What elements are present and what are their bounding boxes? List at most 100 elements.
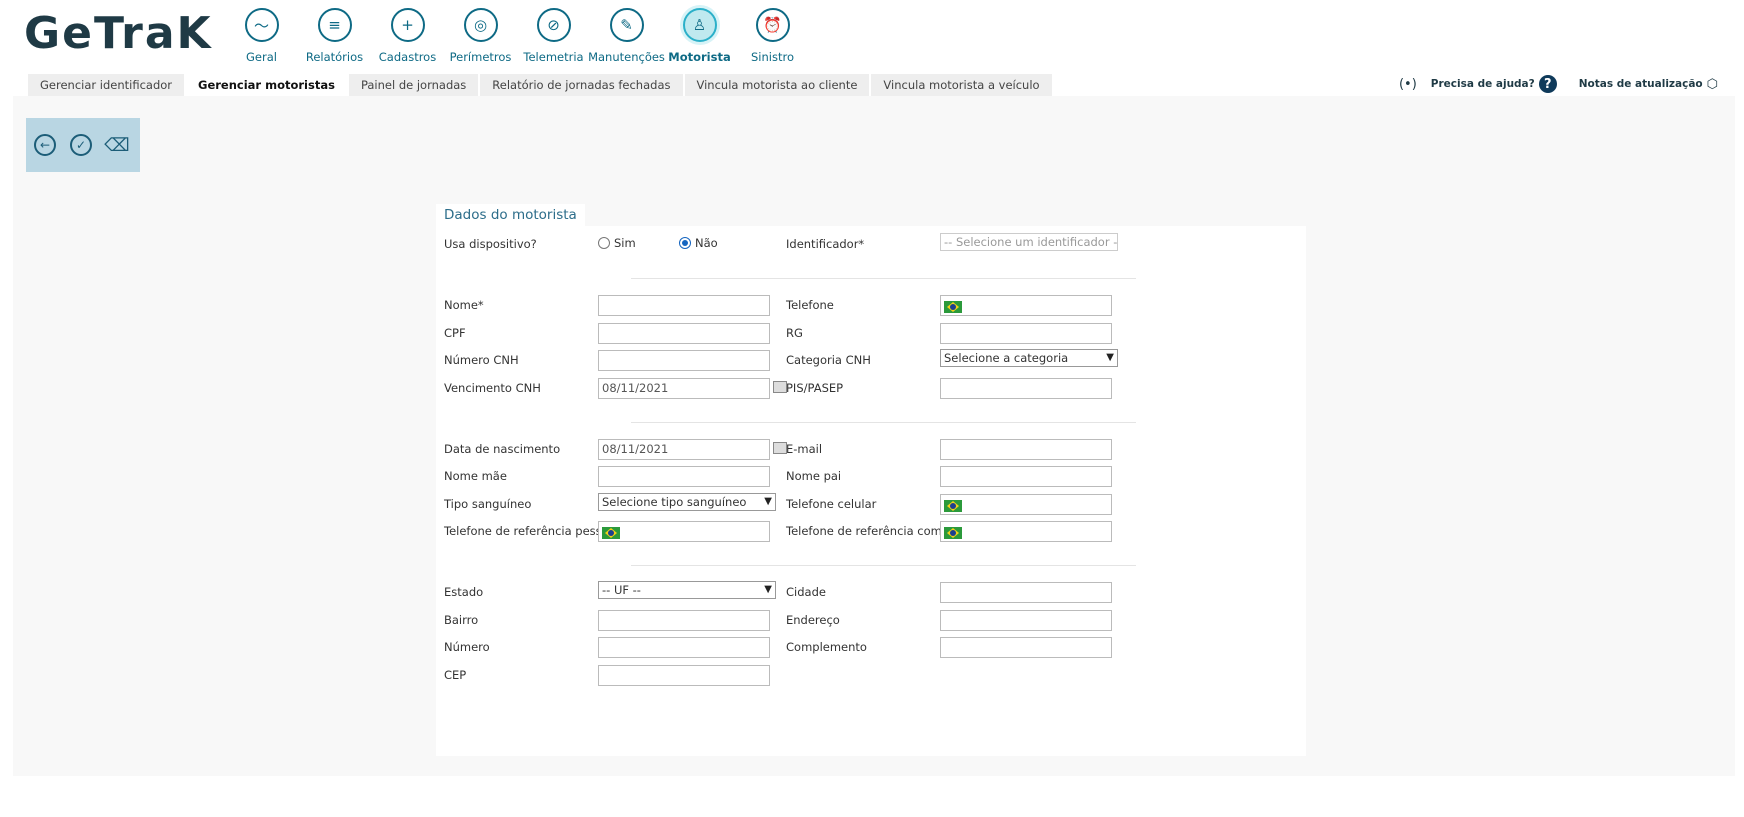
nome-input[interactable]: [598, 295, 770, 316]
radio-dot: [679, 237, 691, 249]
report-icon: ≡: [317, 8, 352, 42]
estado-value: -- UF --: [602, 583, 641, 597]
nome-label: Nome*: [444, 298, 484, 312]
tab-vincula-cliente[interactable]: Vincula motorista ao cliente: [684, 74, 870, 96]
numero-input[interactable]: [598, 637, 770, 658]
calendar-icon[interactable]: [773, 442, 787, 454]
pis-pasep-input[interactable]: [940, 378, 1112, 399]
endereco-input[interactable]: [940, 610, 1112, 631]
cidade-label: Cidade: [786, 585, 826, 599]
subtabs: Gerenciar identificador Gerenciar motori…: [28, 74, 1054, 96]
nav-label: Manutenções: [588, 50, 665, 64]
divider: [631, 278, 1136, 279]
data-nascimento-label: Data de nascimento: [444, 442, 561, 456]
save-button[interactable]: ✓: [70, 134, 92, 156]
nome-pai-input[interactable]: [940, 466, 1112, 487]
divider: [631, 565, 1136, 566]
nav-item-sinistro[interactable]: ⏰ Sinistro: [736, 8, 809, 64]
action-toolbar: ← ✓ ⌫: [26, 118, 140, 172]
nav-item-cadastros[interactable]: + Cadastros: [371, 8, 444, 64]
cep-label: CEP: [444, 668, 467, 682]
calendar-icon[interactable]: [773, 381, 787, 393]
tab-painel-jornadas[interactable]: Painel de jornadas: [348, 74, 479, 96]
nav-item-telemetria[interactable]: ⊘ Telemetria: [517, 8, 590, 64]
rg-input[interactable]: [940, 323, 1112, 344]
tipo-sanguineo-label: Tipo sanguíneo: [444, 497, 532, 511]
categoria-cnh-label: Categoria CNH: [786, 353, 871, 367]
eraser-icon[interactable]: ⌫: [104, 134, 129, 156]
brazil-flag-icon: [944, 527, 962, 539]
nome-pai-label: Nome pai: [786, 469, 842, 483]
help-link[interactable]: Precisa de ajuda??: [1422, 72, 1565, 96]
categoria-cnh-select[interactable]: Selecione a categoria ▼: [940, 349, 1118, 367]
nav-label: Cadastros: [378, 50, 437, 64]
radio-sim[interactable]: Sim: [598, 236, 636, 250]
cpf-input[interactable]: [598, 323, 770, 344]
monitor-icon: 〜: [244, 8, 279, 42]
vencimento-cnh-input[interactable]: 08/11/2021: [598, 378, 770, 399]
signal-icon[interactable]: (•): [1399, 77, 1417, 92]
getrak-logo: GeTraK: [24, 7, 213, 59]
logo-text: GeTraK: [24, 7, 213, 59]
chevron-down-icon: ▼: [764, 496, 772, 507]
target-icon: ◎: [463, 8, 498, 42]
numero-cnh-label: Número CNH: [444, 353, 519, 367]
chevron-down-icon: ▼: [1106, 352, 1114, 363]
cidade-input[interactable]: [940, 582, 1112, 603]
back-button[interactable]: ←: [34, 134, 56, 156]
alarm-icon: ⏰: [755, 8, 790, 42]
data-nascimento-input[interactable]: 08/11/2021: [598, 439, 770, 460]
endereco-label: Endereço: [786, 613, 840, 627]
help-icon: ?: [1538, 75, 1557, 93]
nav-label: Perímetros: [449, 50, 512, 64]
nome-mae-input[interactable]: [598, 466, 770, 487]
panel-title: Dados do motorista: [436, 204, 585, 226]
release-notes-link[interactable]: Notas de atualização ⬡: [1570, 72, 1726, 96]
brazil-flag-icon: [944, 500, 962, 512]
tab-gerenciar-motoristas[interactable]: Gerenciar motoristas: [186, 74, 347, 96]
nav-item-perimetros[interactable]: ◎ Perímetros: [444, 8, 517, 64]
tipo-sanguineo-select[interactable]: Selecione tipo sanguíneo ▼: [598, 493, 776, 511]
bairro-input[interactable]: [598, 610, 770, 631]
tab-gerenciar-identificador[interactable]: Gerenciar identificador: [28, 74, 185, 96]
categoria-value: Selecione a categoria: [944, 351, 1069, 365]
nav-item-relatorios[interactable]: ≡ Relatórios: [298, 8, 371, 64]
complemento-label: Complemento: [786, 640, 867, 654]
folder-plus-icon: +: [390, 8, 425, 42]
driver-icon: ♙: [682, 8, 717, 42]
nav-item-manutencoes[interactable]: ✎ Manutenções: [588, 8, 665, 64]
brazil-flag-icon: [602, 527, 620, 539]
telefone-input[interactable]: [940, 295, 1112, 316]
nav-item-geral[interactable]: 〜 Geral: [225, 8, 298, 64]
tipo-value: Selecione tipo sanguíneo: [602, 495, 747, 509]
radio-nao-label: Não: [695, 236, 718, 250]
tel-ref-pessoal-input[interactable]: [598, 521, 770, 542]
tab-relatorio-jornadas[interactable]: Relatório de jornadas fechadas: [480, 74, 683, 96]
telefone-label: Telefone: [786, 298, 834, 312]
email-input[interactable]: [940, 439, 1112, 460]
usa-dispositivo-label: Usa dispositivo?: [444, 237, 537, 251]
nav-item-motorista[interactable]: ♙ Motorista: [663, 8, 736, 64]
nome-mae-label: Nome mãe: [444, 469, 507, 483]
radio-nao[interactable]: Não: [679, 236, 718, 250]
telefone-celular-input[interactable]: [940, 494, 1112, 515]
complemento-input[interactable]: [940, 637, 1112, 658]
nav-label: Sinistro: [751, 50, 794, 64]
vencimento-cnh-label: Vencimento CNH: [444, 381, 541, 395]
numero-cnh-input[interactable]: [598, 350, 770, 371]
radio-dot: [598, 237, 610, 249]
identificador-select[interactable]: -- Selecione um identificador --▼: [940, 233, 1118, 251]
main-nav: 〜 Geral ≡ Relatórios + Cadastros ◎ Perímetro…: [225, 8, 809, 64]
pis-pasep-label: PIS/PASEP: [786, 381, 844, 395]
estado-select[interactable]: -- UF -- ▼: [598, 581, 776, 599]
identificador-value: -- Selecione um identificador --: [944, 235, 1118, 249]
tab-vincula-veiculo[interactable]: Vincula motorista a veículo: [871, 74, 1052, 96]
cep-input[interactable]: [598, 665, 770, 686]
bairro-label: Bairro: [444, 613, 479, 627]
divider: [631, 422, 1136, 423]
nav-label: Relatórios: [305, 50, 364, 64]
top-right-actions: (•) Precisa de ajuda?? Notas de atualiza…: [1399, 72, 1726, 96]
telefone-celular-label: Telefone celular: [786, 497, 877, 511]
tel-ref-comercial-input[interactable]: [940, 521, 1112, 542]
identificador-label: Identificador*: [786, 237, 865, 251]
